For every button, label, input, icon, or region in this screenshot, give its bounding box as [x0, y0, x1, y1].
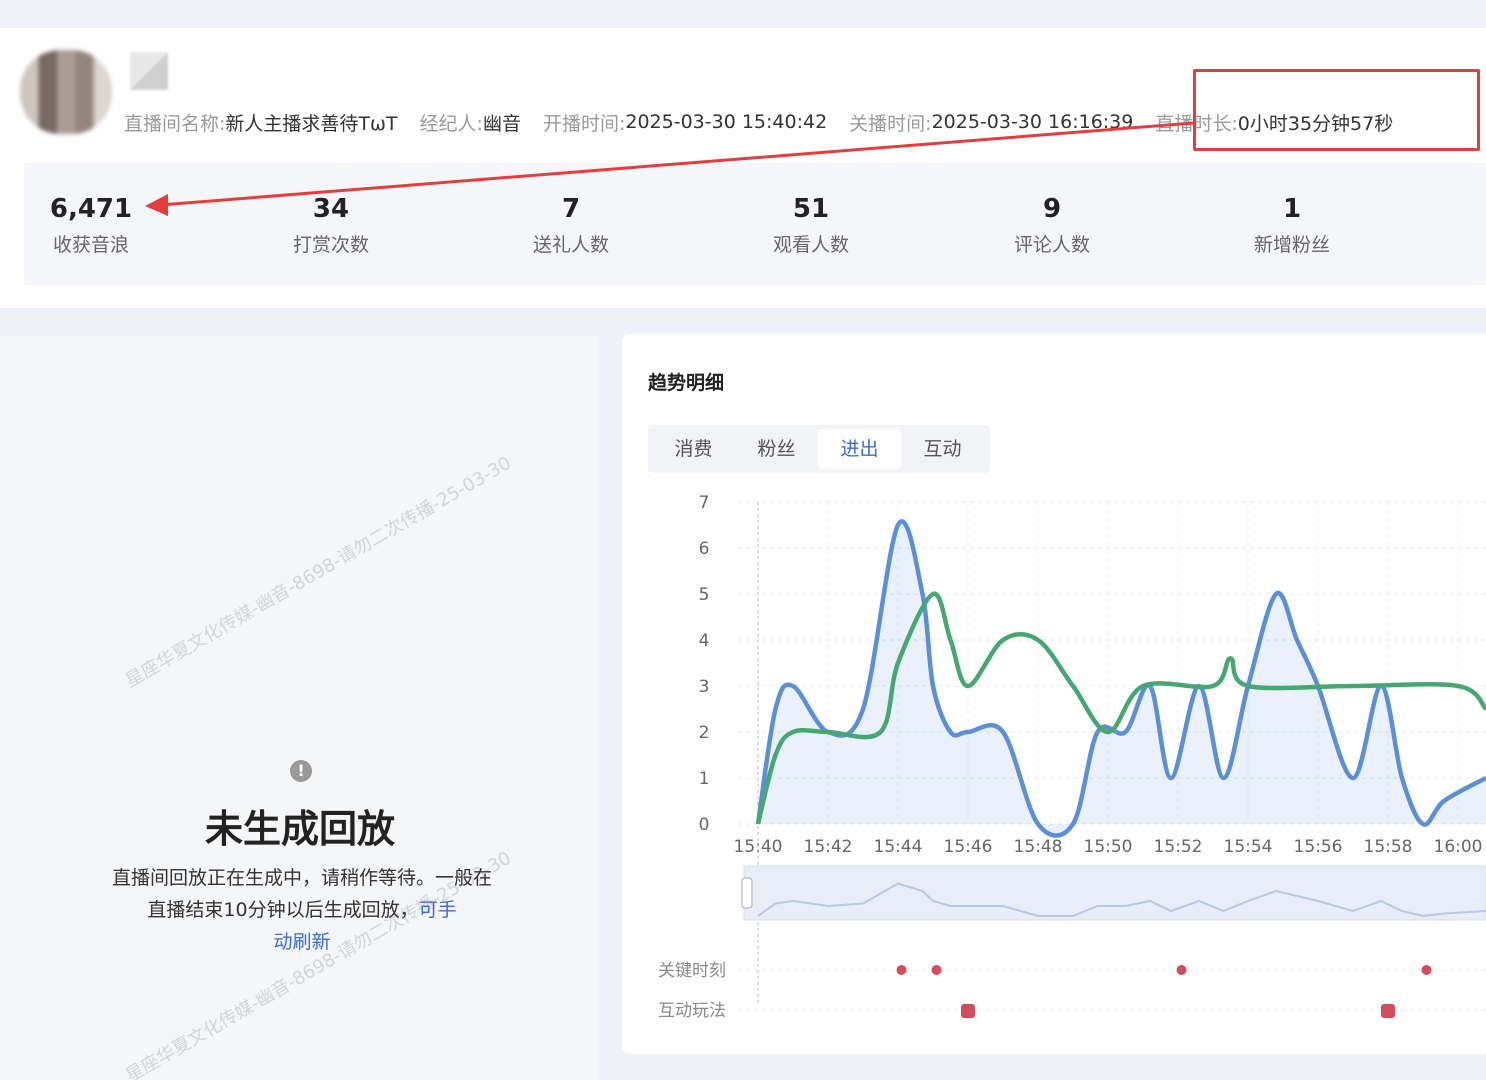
stat-value: 7 [561, 194, 581, 224]
key-moment-marker [896, 965, 907, 975]
manual-refresh-link[interactable]: 动刷新 [273, 931, 330, 953]
agent-label: 经纪人: [419, 112, 483, 135]
stat-item: 1 新增粉丝 [1192, 192, 1392, 257]
stat-label: 评论人数 [1013, 234, 1090, 256]
no-replay-description: 直播间回放正在生成中，请稍作等待。一般在直播结束10分钟以后生成回放，可手 动刷… [104, 862, 500, 958]
x-tick-label: 15:52 [1154, 837, 1203, 857]
duration-highlight-box [1193, 69, 1480, 151]
x-tick-label: 15:56 [1294, 837, 1343, 857]
y-tick-label: 1 [699, 769, 710, 789]
x-tick-label: 15:44 [874, 837, 923, 857]
y-tick-label: 5 [699, 585, 710, 605]
tab-fans[interactable]: 粉丝 [735, 429, 818, 469]
key-moment-marker [1176, 965, 1187, 975]
zoom-handle [741, 877, 753, 909]
key-moments-label: 关键时刻 [658, 961, 726, 981]
agent-value: 幽音 [482, 112, 521, 135]
end-time-item: 关播时间: 2025-03-30 16:16:39 [849, 109, 1133, 136]
stat-value: 34 [312, 194, 350, 224]
x-tick-label: 15:58 [1364, 837, 1413, 857]
stat-label: 打赏次数 [292, 234, 369, 256]
room-name-label: 直播间名称: [124, 112, 226, 135]
top-strip [0, 0, 1486, 28]
y-tick-label: 3 [699, 677, 710, 697]
avatar-badge [130, 52, 168, 90]
tab-interaction[interactable]: 互动 [901, 429, 984, 469]
stat-label: 新增粉丝 [1253, 234, 1330, 256]
trend-chart: 0123456715:40 15:42 15:44 15:46 15:48 15:50 15… [658, 493, 1486, 1021]
stat-value: 6,471 [49, 194, 133, 224]
stat-item: 34 打赏次数 [231, 192, 431, 257]
stat-label: 观看人数 [772, 234, 849, 256]
x-tick-label: 16:00 [1434, 837, 1483, 857]
stat-value: 9 [1042, 194, 1062, 224]
trend-tabs: 消费 粉丝 进出 互动 [648, 425, 990, 473]
stat-item: 51 观看人数 [711, 192, 911, 257]
x-tick-label: 15:46 [944, 837, 993, 857]
end-time-label: 关播时间: [849, 112, 932, 135]
key-moment-marker [931, 965, 942, 975]
x-tick-label: 15:50 [1084, 837, 1133, 857]
zoom-slider [743, 865, 1486, 921]
refresh-link-prefix[interactable]: 可手 [419, 899, 457, 921]
x-tick-label: 15:48 [1014, 837, 1063, 857]
trend-title: 趋势明细 [648, 372, 725, 394]
no-replay-title: 未生成回放 [204, 807, 395, 851]
stat-item: 6,471 收获音浪 [0, 192, 191, 257]
series-area-blue [758, 521, 1486, 836]
x-tick-label: 15:54 [1224, 837, 1273, 857]
stat-label: 送礼人数 [532, 234, 609, 256]
room-name-item: 直播间名称: 新人主播求善待TωT [124, 109, 398, 136]
stat-item: 7 送礼人数 [471, 192, 671, 257]
tab-consumption[interactable]: 消费 [652, 429, 735, 469]
start-time-value: 2025-03-30 15:40:42 [625, 111, 828, 133]
stat-label: 收获音浪 [52, 234, 129, 256]
end-time-value: 2025-03-30 16:16:39 [931, 111, 1134, 133]
x-tick-label: 15:42 [804, 837, 853, 857]
room-name-value: 新人主播求善待TωT [225, 112, 398, 135]
y-tick-label: 7 [699, 493, 710, 513]
tab-in-out[interactable]: 进出 [818, 429, 901, 469]
warning-icon: ! [290, 760, 312, 782]
y-tick-label: 2 [699, 723, 710, 743]
interactive-label: 互动玩法 [658, 1001, 726, 1021]
agent-item: 经纪人: 幽音 [420, 109, 521, 136]
y-tick-label: 4 [699, 631, 710, 651]
start-time-item: 开播时间: 2025-03-30 15:40:42 [543, 109, 827, 136]
replay-panel [0, 336, 598, 1080]
stat-item: 9 评论人数 [952, 192, 1152, 257]
y-tick-label: 0 [699, 815, 710, 835]
y-tick-label: 6 [699, 539, 710, 559]
stat-value: 1 [1282, 194, 1302, 224]
key-moment-marker [1421, 965, 1432, 975]
interactive-marker [961, 1004, 975, 1018]
avatar [20, 50, 112, 134]
interactive-marker [1381, 1004, 1395, 1018]
start-time-label: 开播时间: [542, 112, 626, 135]
stat-value: 51 [792, 194, 830, 224]
